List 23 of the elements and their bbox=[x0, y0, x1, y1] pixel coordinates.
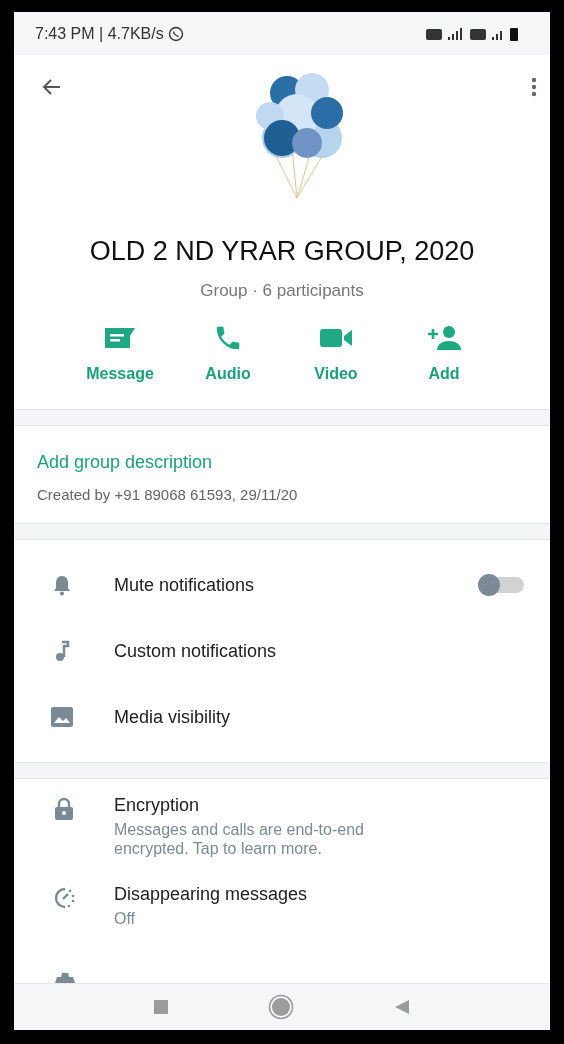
settings-row[interactable]: Mute notifications bbox=[14, 552, 550, 618]
group-name: OLD 2 ND YRAR GROUP, 2020 bbox=[88, 236, 476, 267]
created-by-text: Created by +91 89068 61593, 29/11/20 bbox=[37, 486, 299, 503]
bell-icon bbox=[51, 574, 73, 596]
settings-row[interactable]: Encryption Messages and calls are end-to-end encrypted. Tap to learn more. bbox=[14, 795, 550, 885]
home-button-icon[interactable] bbox=[268, 994, 294, 1020]
setting-label: Custom notifications bbox=[114, 640, 277, 662]
more-options-icon[interactable] bbox=[530, 75, 538, 99]
setting-label: Encryption bbox=[114, 795, 201, 816]
setting-label: Disappearing messages bbox=[114, 884, 309, 906]
settings-row[interactable]: Disappearing messages Off bbox=[14, 884, 550, 955]
setting-detail: Off bbox=[114, 909, 137, 929]
mute-toggle[interactable] bbox=[480, 577, 524, 593]
group-subtitle: Group · 6 participants bbox=[199, 281, 365, 301]
setting-label: Mute notifications bbox=[114, 574, 255, 596]
settings-row[interactable]: Media visibility bbox=[14, 684, 550, 750]
image-icon bbox=[51, 707, 73, 727]
back-button-icon[interactable] bbox=[394, 999, 410, 1015]
setting-detail: Messages and calls are end-to-end encrypted. Tap to learn more. bbox=[114, 820, 365, 859]
settings-row[interactable]: Custom notifications bbox=[14, 618, 550, 684]
status-time: 7:43 PM | 4.7KB/s bbox=[35, 24, 164, 43]
add-person-icon bbox=[426, 323, 462, 353]
setting-label: Media visibility bbox=[114, 706, 231, 728]
